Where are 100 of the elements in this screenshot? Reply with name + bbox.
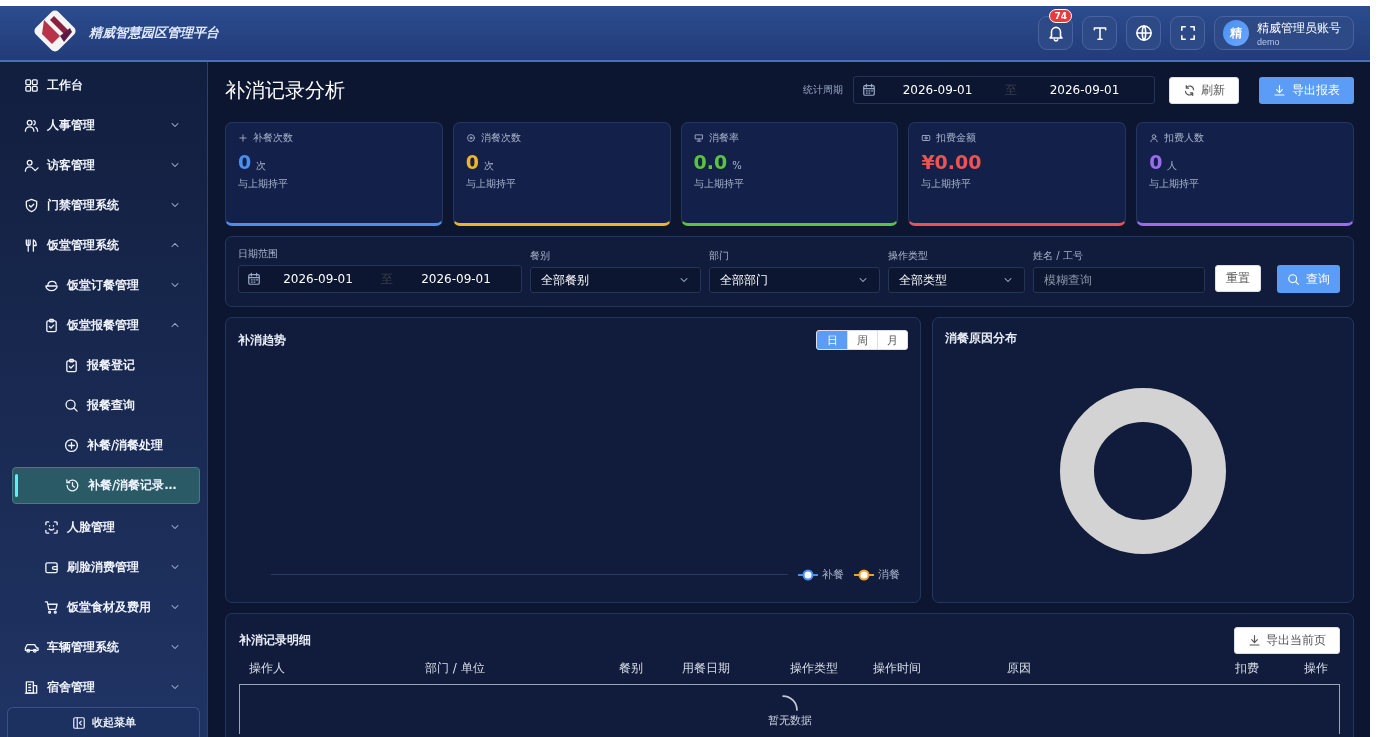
menu-item[interactable]: 饭堂报餐管理 [0, 305, 207, 345]
cart-icon [44, 599, 59, 615]
menu-item[interactable]: 人事管理 [0, 105, 207, 145]
stat-value: 0 [465, 151, 480, 173]
stat-note: 与上期持平 [693, 177, 745, 191]
column-header: 扣费 [1235, 659, 1260, 677]
name-search-field[interactable]: 模糊查询 [1033, 267, 1205, 293]
download-icon [1248, 633, 1261, 647]
calendar-icon [862, 83, 876, 97]
fullscreen-button[interactable] [1170, 16, 1205, 50]
menu-item[interactable]: 人脸管理 [0, 507, 207, 547]
menu-item[interactable]: 补餐/消餐处理 [0, 425, 207, 465]
calendar-icon [247, 272, 261, 286]
collapse-menu-button[interactable]: 收起菜单 [7, 707, 200, 737]
user-account: demo [1257, 36, 1280, 47]
select-field[interactable]: 全部类型 [888, 267, 1025, 293]
user-avatar: 精 [1223, 20, 1249, 46]
column-header: 操作 [1304, 659, 1328, 677]
legend-label[interactable]: 消餐 [878, 567, 900, 582]
column-header: 操作人 [249, 659, 286, 677]
plus-icon [238, 133, 248, 143]
menu-item[interactable]: 车辆管理系统 [0, 627, 207, 667]
column-header: 餐别 [619, 659, 644, 677]
stat-label: 消餐率 [708, 131, 739, 145]
fullscreen-icon [1178, 24, 1197, 42]
stat-label: 扣费人数 [1164, 131, 1205, 145]
plus-circle-icon [64, 437, 79, 453]
stat-label: 扣费金额 [936, 131, 977, 145]
empty-text: 暂无数据 [767, 713, 812, 728]
search-icon [64, 397, 79, 413]
stat-note: 与上期持平 [238, 177, 289, 191]
menu-item[interactable]: 访客管理 [0, 145, 207, 185]
notification-badge: 74 [1049, 9, 1072, 23]
language-button[interactable] [1126, 16, 1161, 50]
refresh-button[interactable]: 刷新 [1169, 76, 1239, 104]
user-icon [1149, 133, 1160, 143]
user-check-icon [24, 157, 39, 173]
menu-item[interactable]: 报餐登记 [0, 345, 207, 385]
field-label: 统计周期 [803, 83, 843, 97]
stat-label: 补餐次数 [253, 131, 293, 145]
legend-label[interactable]: 补餐 [822, 567, 844, 582]
field-label: 部门 [709, 249, 730, 263]
period-tab[interactable]: 月 [877, 331, 907, 349]
download-icon [1273, 83, 1286, 97]
fork-knife-icon [24, 237, 39, 253]
menu-item[interactable]: 刷脸消费管理 [0, 547, 207, 587]
field-label: 日期范围 [238, 247, 279, 261]
wallet-icon [44, 559, 59, 575]
menu-item[interactable]: 工作台 [0, 65, 207, 105]
stat-value: 0 [1149, 151, 1163, 173]
menu-item[interactable]: 饭堂订餐管理 [0, 265, 207, 305]
panel-title: 消餐原因分布 [945, 330, 1017, 347]
clipboard-check-icon [44, 317, 59, 333]
stat-unit: 次 [256, 159, 267, 173]
column-header: 用餐日期 [682, 659, 731, 677]
shield-icon [24, 197, 39, 213]
select-field[interactable]: 全部餐别 [530, 267, 701, 293]
menu-item[interactable]: 宿舍管理 [0, 667, 207, 707]
field-label: 姓名 / 工号 [1033, 249, 1084, 263]
stat-unit: 次 [484, 159, 495, 173]
user-menu[interactable]: 精 精威管理员账号 demo [1214, 16, 1354, 50]
column-header: 部门 / 单位 [425, 659, 486, 677]
panel-title: 补消记录明细 [239, 631, 311, 649]
target-icon [465, 133, 476, 143]
stat-value: 0 [238, 151, 252, 173]
building-icon [24, 679, 39, 695]
column-header: 操作类型 [790, 659, 839, 677]
menu-item[interactable]: 补餐/消餐记录… [12, 467, 200, 504]
globe-icon [1134, 24, 1153, 42]
menu-item[interactable]: 饭堂管理系统 [0, 225, 207, 265]
stat-label: 消餐次数 [480, 131, 521, 145]
column-header: 操作时间 [873, 659, 922, 677]
stat-note: 与上期持平 [921, 177, 973, 191]
stat-unit: % [732, 160, 742, 171]
menu-item[interactable]: 饭堂食材及费用 [0, 587, 207, 627]
stat-value: 0.0 [693, 151, 728, 173]
field-label: 操作类型 [888, 249, 929, 263]
stat-value: ¥0.00 [921, 151, 982, 173]
bell-icon [1046, 24, 1065, 42]
menu-item[interactable]: 门禁管理系统 [0, 185, 207, 225]
stat-note: 与上期持平 [1149, 177, 1201, 191]
reset-button[interactable]: 重置 [1215, 265, 1261, 292]
page-title: 补消记录分析 [225, 76, 345, 104]
sidebar-collapse-icon [71, 715, 86, 730]
menu-item[interactable]: 报餐查询 [0, 385, 207, 425]
search-icon [1287, 272, 1300, 286]
loading-spinner-icon [781, 695, 798, 711]
column-header: 原因 [1007, 659, 1032, 677]
panel-title: 补消趋势 [238, 331, 286, 349]
users-icon [24, 117, 39, 133]
field-label: 餐别 [530, 249, 551, 263]
face-scan-icon [44, 519, 59, 535]
banknote-icon [921, 133, 932, 143]
stat-note: 与上期持平 [465, 177, 517, 191]
history-icon [65, 478, 80, 493]
select-field[interactable]: 全部部门 [709, 267, 880, 293]
font-size-button[interactable] [1082, 16, 1117, 50]
export-page-button[interactable]: 导出当前页 [1234, 626, 1340, 654]
clipboard-check-icon [64, 357, 79, 373]
refresh-icon [1183, 83, 1196, 97]
